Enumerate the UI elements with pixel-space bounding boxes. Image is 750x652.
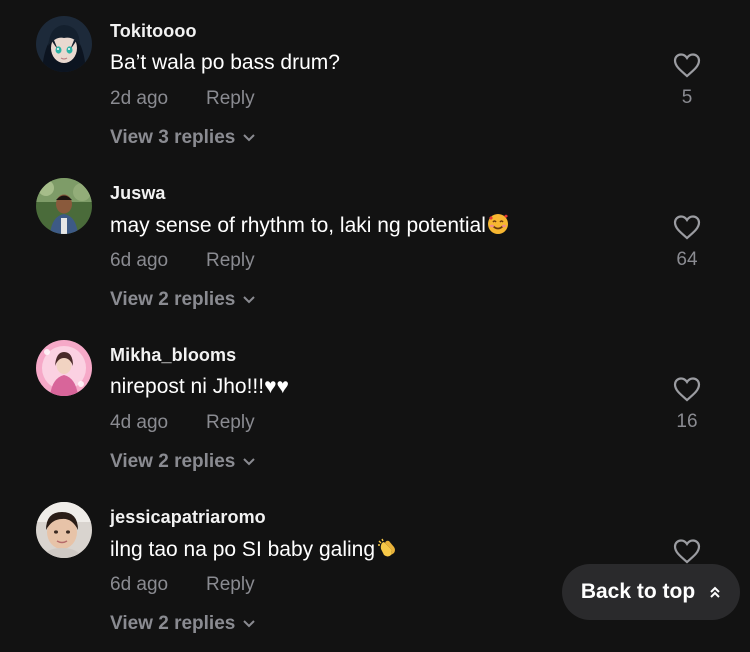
- view-replies-label: View 2 replies: [110, 289, 236, 310]
- view-replies-button[interactable]: View 3 replies: [110, 127, 256, 149]
- pink-avatar-icon: [36, 340, 92, 396]
- comment-item: Tokitoooo Ba’t wala po bass drum? 2d ago…: [0, 0, 750, 162]
- comment-username[interactable]: Mikha_blooms: [110, 345, 236, 366]
- comment-text: nirepost ni Jho!!!♥♥: [110, 375, 290, 398]
- heart-icon: [673, 215, 701, 240]
- comment-time: 6d ago: [110, 250, 169, 271]
- avatar[interactable]: [36, 340, 92, 396]
- comment-username[interactable]: Tokitoooo: [110, 21, 197, 42]
- like-count: 5: [681, 87, 693, 108]
- comment-item: Juswa may sense of rhythm to, laki ng po…: [0, 162, 750, 324]
- like-button[interactable]: [670, 52, 704, 78]
- chevron-down-icon: [243, 458, 256, 466]
- like-button[interactable]: [670, 214, 704, 240]
- view-replies-button[interactable]: View 2 replies: [110, 451, 256, 473]
- back-to-top-label: Back to top: [580, 580, 696, 603]
- comment-time: 4d ago: [110, 412, 169, 433]
- view-replies-label: View 3 replies: [110, 127, 236, 148]
- view-replies-button[interactable]: View 2 replies: [110, 613, 256, 635]
- comment-username[interactable]: jessicapatriaromo: [110, 507, 266, 528]
- comment-username[interactable]: Juswa: [110, 183, 166, 204]
- chevron-down-icon: [243, 620, 256, 628]
- double-chevron-up-icon: [710, 586, 720, 598]
- comment-time: 6d ago: [110, 574, 169, 595]
- comment-text: may sense of rhythm to, laki ng potentia…: [110, 213, 509, 241]
- heart-icon: [673, 539, 701, 564]
- reply-button[interactable]: Reply: [206, 88, 255, 110]
- view-replies-label: View 2 replies: [110, 451, 236, 472]
- reply-button[interactable]: Reply: [206, 250, 255, 272]
- chevron-down-icon: [243, 296, 256, 304]
- anime-avatar-icon: [36, 16, 92, 72]
- like-button[interactable]: [670, 538, 704, 564]
- heart-icon: [673, 377, 701, 402]
- reply-button[interactable]: Reply: [206, 574, 255, 596]
- comment-text-body: ilng tao na po SI baby galing: [110, 538, 376, 561]
- chevron-down-icon: [243, 134, 256, 142]
- clapping-hands-icon: [376, 537, 398, 565]
- photo-avatar-icon: [36, 178, 92, 234]
- view-replies-label: View 2 replies: [110, 613, 236, 634]
- avatar[interactable]: [36, 178, 92, 234]
- comment-text: Ba’t wala po bass drum?: [110, 51, 340, 74]
- comment-time: 2d ago: [110, 88, 169, 109]
- like-button[interactable]: [670, 376, 704, 402]
- smiling-face-with-hearts-icon: [487, 213, 509, 241]
- heart-icon: [673, 53, 701, 78]
- avatar[interactable]: [36, 16, 92, 72]
- photo-avatar-icon: [36, 502, 92, 558]
- comment-text: ilng tao na po SI baby galing: [110, 537, 398, 565]
- back-to-top-button[interactable]: Back to top: [562, 564, 740, 620]
- comment-text-body: may sense of rhythm to, laki ng potentia…: [110, 214, 486, 237]
- avatar[interactable]: [36, 502, 92, 558]
- reply-button[interactable]: Reply: [206, 412, 255, 434]
- comment-item: Mikha_blooms nirepost ni Jho!!!♥♥ 4d ago…: [0, 324, 750, 486]
- like-count: 64: [676, 249, 698, 270]
- like-count: 16: [676, 411, 698, 432]
- view-replies-button[interactable]: View 2 replies: [110, 289, 256, 311]
